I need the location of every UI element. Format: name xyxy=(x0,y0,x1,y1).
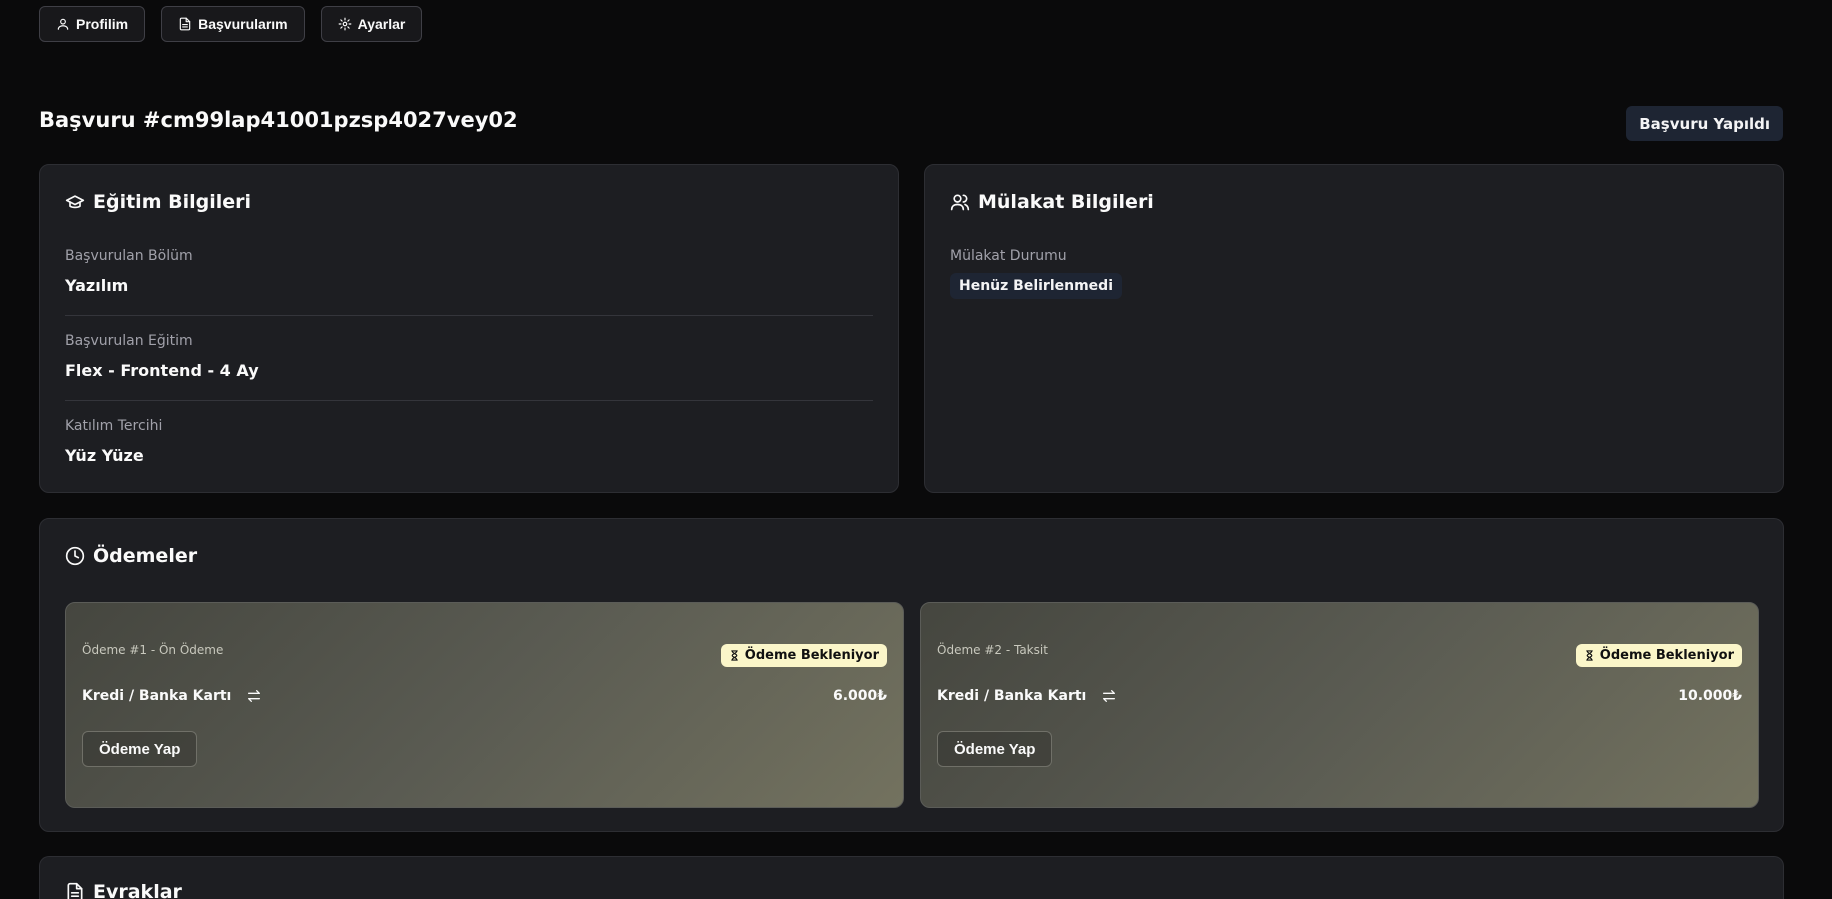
graduation-cap-icon xyxy=(65,195,85,209)
payment-amount: 10.000₺ xyxy=(1678,688,1742,704)
hourglass-icon xyxy=(1585,650,1593,661)
payments-heading: Ödemeler xyxy=(65,545,197,567)
applications-button-label: Başvurularım xyxy=(198,16,288,32)
payment-method: Kredi / Banka Kartı xyxy=(82,688,232,704)
pay-now-button[interactable]: Ödeme Yap xyxy=(937,731,1053,767)
payment-item: Ödeme #1 - Ön Ödeme Ödeme Bekleniyor Kre… xyxy=(65,602,904,808)
top-nav: Profilim Başvurularım Ayarlar xyxy=(39,6,423,42)
documents-heading: Evraklar xyxy=(65,881,182,899)
hourglass-icon xyxy=(730,650,738,661)
payment-status-badge: Ödeme Bekleniyor xyxy=(1575,644,1742,667)
interview-status-field: Mülakat Durumu Henüz Belirlenmedi xyxy=(950,248,1758,299)
education-card: Eğitim Bilgileri Başvurulan Bölüm Yazılı… xyxy=(39,164,899,493)
profile-button-label: Profilim xyxy=(76,16,129,32)
payment-status-badge: Ödeme Bekleniyor xyxy=(720,644,887,667)
payment-status-text: Ödeme Bekleniyor xyxy=(1599,648,1734,663)
payment-title: Ödeme #1 - Ön Ödeme xyxy=(82,643,224,657)
applications-button[interactable]: Başvurularım xyxy=(161,6,305,42)
department-label: Başvurulan Bölüm xyxy=(65,248,193,264)
page-title: Başvuru #cm99lap41001pzsp4027vey02 xyxy=(39,108,518,132)
program-value: Flex - Frontend - 4 Ay xyxy=(65,361,259,380)
settings-button-label: Ayarlar xyxy=(357,16,406,32)
payments-heading-text: Ödemeler xyxy=(93,545,198,567)
payment-method: Kredi / Banka Kartı xyxy=(937,688,1087,704)
file-text-icon xyxy=(179,17,191,31)
pay-now-button[interactable]: Ödeme Yap xyxy=(82,731,198,767)
education-heading-text: Eğitim Bilgileri xyxy=(93,191,252,213)
department-value: Yazılım xyxy=(65,276,129,295)
payment-title: Ödeme #2 - Taksit xyxy=(937,643,1048,657)
settings-button[interactable]: Ayarlar xyxy=(320,6,423,42)
department-field: Başvurulan Bölüm Yazılım xyxy=(65,248,873,295)
interview-heading-text: Mülakat Bilgileri xyxy=(978,191,1154,213)
interview-heading: Mülakat Bilgileri xyxy=(950,191,1154,213)
user-icon xyxy=(57,18,69,30)
payment-status-text: Ödeme Bekleniyor xyxy=(744,648,879,663)
file-text-icon xyxy=(67,882,83,899)
interview-card: Mülakat Bilgileri Mülakat Durumu Henüz B… xyxy=(924,164,1784,493)
program-label: Başvurulan Eğitim xyxy=(65,333,193,349)
interview-status-label: Mülakat Durumu xyxy=(950,248,1067,264)
profile-button[interactable]: Profilim xyxy=(39,6,146,42)
gear-icon xyxy=(338,17,352,31)
education-heading: Eğitim Bilgileri xyxy=(65,191,251,213)
attendance-field: Katılım Tercihi Yüz Yüze xyxy=(65,418,873,465)
divider xyxy=(65,400,873,401)
attendance-value: Yüz Yüze xyxy=(65,446,144,465)
program-field: Başvurulan Eğitim Flex - Frontend - 4 Ay xyxy=(65,333,873,380)
swap-icon[interactable] xyxy=(246,688,262,704)
documents-card: Evraklar xyxy=(39,856,1784,899)
payment-amount: 6.000₺ xyxy=(832,688,887,704)
attendance-label: Katılım Tercihi xyxy=(65,418,163,434)
payment-item: Ödeme #2 - Taksit Ödeme Bekleniyor Kredi… xyxy=(920,602,1759,808)
divider xyxy=(65,315,873,316)
interview-status-badge: Henüz Belirlenmedi xyxy=(950,273,1122,299)
application-status-badge: Başvuru Yapıldı xyxy=(1626,106,1783,141)
swap-icon[interactable] xyxy=(1101,688,1117,704)
clock-icon xyxy=(65,546,85,566)
payments-card: Ödemeler Ödeme #1 - Ön Ödeme Ödeme Bekle… xyxy=(39,518,1784,832)
documents-heading-text: Evraklar xyxy=(93,881,182,899)
users-icon xyxy=(950,194,970,211)
